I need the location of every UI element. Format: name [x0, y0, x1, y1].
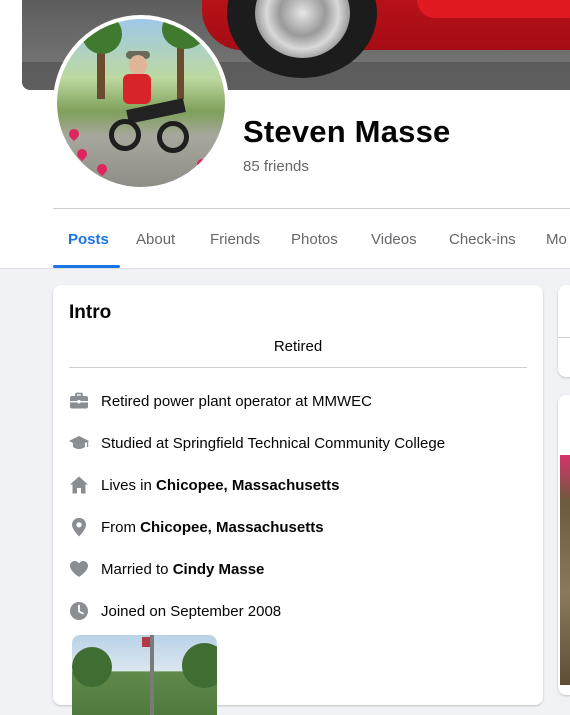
- profile-name: Steven Masse: [243, 114, 451, 149]
- tab-posts[interactable]: Posts: [68, 231, 109, 248]
- detail-hometown-text: From Chicopee, Massachusetts: [101, 518, 324, 536]
- header-divider: [53, 208, 570, 209]
- tab-videos[interactable]: Videos: [371, 231, 417, 248]
- detail-joined-text: Joined on September 2008: [101, 602, 282, 620]
- location-pin-icon: [69, 517, 89, 537]
- hometown-link[interactable]: Chicopee, Massachusetts: [140, 519, 323, 536]
- detail-joined: Joined on September 2008: [69, 601, 281, 621]
- spouse-link[interactable]: Cindy Masse: [173, 561, 265, 578]
- detail-current-city-text: Lives in Chicopee, Massachusetts: [101, 476, 340, 494]
- clock-icon: [69, 601, 89, 621]
- detail-work-text: Retired power plant operator at MMWEC: [101, 392, 372, 410]
- graduation-cap-icon: [69, 433, 89, 453]
- tab-friends[interactable]: Friends: [210, 231, 260, 248]
- intro-bio: Retired: [273, 338, 323, 355]
- side-card: [558, 285, 570, 377]
- featured-photo[interactable]: [72, 635, 217, 715]
- tab-about[interactable]: About: [136, 231, 175, 248]
- side-post-photo[interactable]: [560, 455, 570, 685]
- tab-check-ins[interactable]: Check-ins: [449, 231, 516, 248]
- intro-card: Intro Retired Retired power plant operat…: [53, 285, 543, 715]
- tab-photos[interactable]: Photos: [291, 231, 338, 248]
- friends-count-link[interactable]: 85 friends: [243, 158, 309, 175]
- tab-more[interactable]: Mo: [546, 231, 567, 248]
- detail-relationship-text: Married to Cindy Masse: [101, 560, 265, 578]
- active-tab-indicator: [53, 265, 120, 268]
- intro-heading: Intro: [69, 302, 112, 323]
- detail-current-city: Lives in Chicopee, Massachusetts: [69, 475, 339, 495]
- current-city-link[interactable]: Chicopee, Massachusetts: [156, 477, 339, 494]
- briefcase-icon: [69, 391, 89, 411]
- detail-relationship: Married to Cindy Masse: [69, 559, 264, 579]
- avatar-image: [57, 19, 225, 187]
- profile-avatar[interactable]: [53, 15, 229, 191]
- heart-icon: [69, 559, 89, 579]
- profile-header: Steven Masse 85 friends Posts About Frie…: [0, 0, 570, 269]
- detail-education: Studied at Springfield Technical Communi…: [69, 433, 445, 453]
- detail-education-text: Studied at Springfield Technical Communi…: [101, 434, 446, 452]
- detail-hometown: From Chicopee, Massachusetts: [69, 517, 324, 537]
- bio-divider: [69, 367, 527, 368]
- detail-work: Retired power plant operator at MMWEC: [69, 391, 372, 411]
- side-card-divider: [558, 337, 570, 338]
- home-icon: [69, 475, 89, 495]
